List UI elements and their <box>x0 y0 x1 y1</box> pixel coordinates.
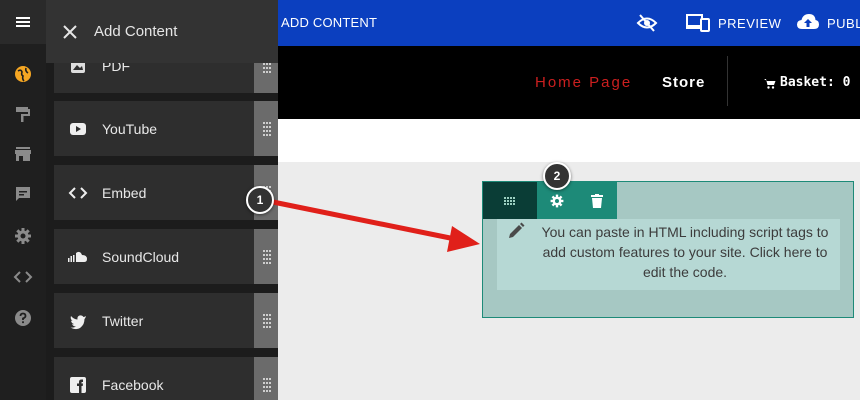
move-block-button[interactable] <box>483 182 537 219</box>
content-item-facebook[interactable]: Facebook <box>54 357 278 400</box>
gear-icon <box>15 228 31 244</box>
youtube-icon <box>54 119 102 139</box>
devices-icon[interactable] <box>686 12 710 39</box>
rail-content-button[interactable] <box>0 54 46 94</box>
panel-title: Add Content <box>94 23 178 40</box>
globe-icon <box>15 66 31 82</box>
rail-blog-button[interactable] <box>0 174 46 214</box>
add-content-label[interactable]: ADD CONTENT <box>281 15 377 30</box>
nav-divider <box>727 56 728 106</box>
close-panel-button[interactable] <box>46 0 94 63</box>
store-icon <box>15 147 31 161</box>
pencil-icon <box>507 222 525 245</box>
callout-badge-1: 1 <box>246 186 274 214</box>
embed-placeholder[interactable]: You can paste in HTML including script t… <box>497 219 840 290</box>
rail-settings-button[interactable] <box>0 216 46 256</box>
code-icon <box>54 183 102 203</box>
content-item-label: SoundCloud <box>102 248 180 265</box>
twitter-icon <box>54 311 102 331</box>
content-item-label: Facebook <box>102 376 164 393</box>
embed-placeholder-text: You can paste in HTML including script t… <box>541 224 829 280</box>
drag-grid-icon <box>504 196 515 205</box>
gear-icon <box>550 194 564 207</box>
panel-header: Add Content <box>46 0 278 63</box>
content-item-soundcloud[interactable]: SoundCloud <box>54 229 278 284</box>
paint-roller-icon <box>16 107 30 122</box>
menu-button[interactable] <box>0 0 46 44</box>
page-strip <box>278 119 860 162</box>
rail-store-button[interactable] <box>0 134 46 174</box>
nav-home-page[interactable]: Home Page <box>535 74 632 91</box>
facebook-icon <box>54 375 102 395</box>
trash-icon <box>591 193 603 208</box>
drag-handle[interactable] <box>254 357 278 400</box>
drag-handle[interactable] <box>254 293 278 348</box>
callout-badge-2: 2 <box>543 162 571 190</box>
cart-icon <box>764 76 776 94</box>
preview-button[interactable]: PREVIEW <box>718 16 781 31</box>
delete-block-button[interactable] <box>577 182 617 219</box>
add-content-panel: PDF YouTube Embed SoundCloud Twitter Fac… <box>46 0 278 400</box>
feedback-icon <box>16 187 30 201</box>
nav-store[interactable]: Store <box>662 74 705 91</box>
help-icon <box>15 310 31 326</box>
content-item-youtube[interactable]: YouTube <box>54 101 278 156</box>
content-item-label: YouTube <box>102 120 158 137</box>
code-icon <box>13 271 33 283</box>
nav-basket[interactable]: Basket: 0 <box>780 75 850 90</box>
drag-handle[interactable] <box>254 229 278 284</box>
editor-top-bar: ADD CONTENT PREVIEW PUBL <box>278 0 860 46</box>
drag-handle[interactable] <box>254 101 278 156</box>
content-item-embed[interactable]: Embed <box>54 165 278 220</box>
content-item-label: Embed <box>102 184 147 201</box>
close-icon <box>63 24 77 39</box>
site-header: Home Page Store Basket: 0 <box>278 46 860 119</box>
rail-design-button[interactable] <box>0 94 46 134</box>
hamburger-icon <box>16 17 30 27</box>
content-item-label: Twitter <box>102 312 144 329</box>
rail-help-button[interactable] <box>0 298 46 338</box>
cloud-upload-icon[interactable] <box>796 11 820 38</box>
soundcloud-icon <box>54 247 102 267</box>
embed-block[interactable]: You can paste in HTML including script t… <box>482 181 854 318</box>
left-rail <box>0 0 46 400</box>
content-item-twitter[interactable]: Twitter <box>54 293 278 348</box>
publish-button[interactable]: PUBL <box>827 16 860 31</box>
hide-icon[interactable] <box>636 12 658 39</box>
rail-code-button[interactable] <box>0 257 46 297</box>
